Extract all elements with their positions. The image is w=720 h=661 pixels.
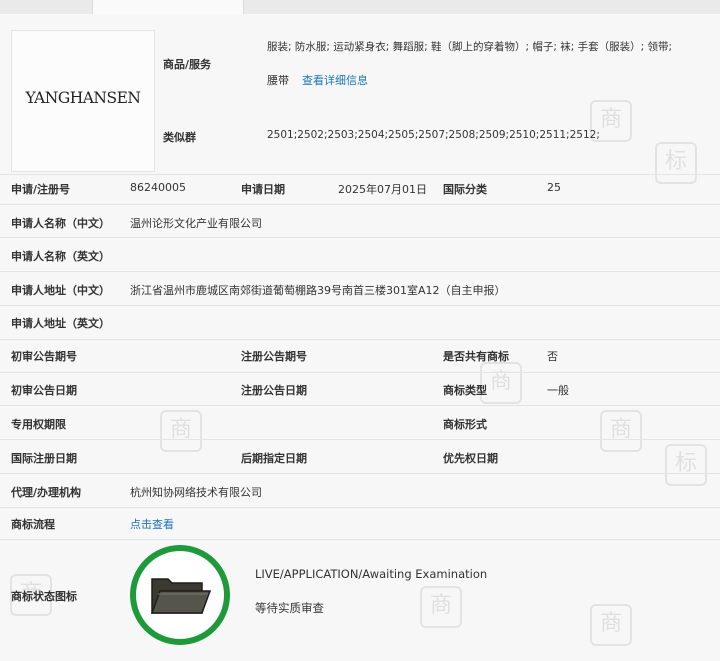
flow-link[interactable]: 点击查看 bbox=[130, 516, 174, 532]
status-cn: 等待实质审查 bbox=[255, 601, 324, 615]
shared-value: 否 bbox=[547, 350, 558, 363]
apply-date-value: 2025年07月01日 bbox=[338, 183, 427, 196]
intl-class-label: 国际分类 bbox=[443, 183, 487, 196]
reg-notice-date-label: 注册公告日期 bbox=[241, 384, 307, 397]
watermark-icon: 商 bbox=[590, 604, 632, 646]
divider bbox=[0, 405, 720, 406]
logo-text: YANGHANSEN bbox=[25, 89, 141, 107]
divider bbox=[0, 204, 720, 205]
status-icon-label: 商标状态图标 bbox=[11, 590, 77, 603]
intl-class-value: 25 bbox=[547, 181, 561, 194]
watermark-icon: 商 bbox=[420, 586, 462, 628]
address-cn-value: 浙江省温州市鹿城区南郊街道葡萄棚路39号南首三楼301室A12（自主申报） bbox=[130, 284, 506, 297]
tab-bar bbox=[0, 0, 720, 15]
prelim-no-label: 初审公告期号 bbox=[11, 350, 77, 363]
prelim-date-label: 初审公告日期 bbox=[11, 384, 77, 397]
goods-line1: 服装; 防水服; 运动紧身衣; 舞蹈服; 鞋（脚上的穿着物）; 帽子; 袜; 手… bbox=[267, 41, 673, 53]
divider bbox=[0, 339, 720, 340]
tab-active[interactable] bbox=[92, 0, 244, 14]
watermark-icon: 商 bbox=[600, 410, 642, 452]
reg-no-value: 86240005 bbox=[130, 181, 186, 194]
divider bbox=[0, 372, 720, 373]
agent-label: 代理/办理机构 bbox=[11, 486, 82, 499]
similar-groups-value: 2501;2502;2503;2504;2505;2507;2508;2509;… bbox=[267, 129, 600, 141]
status-ring bbox=[130, 545, 230, 645]
divider bbox=[0, 539, 720, 540]
trademark-logo-image: YANGHANSEN bbox=[11, 30, 155, 172]
address-cn-label: 申请人地址（中文） bbox=[11, 284, 110, 297]
shared-label: 是否共有商标 bbox=[443, 350, 509, 363]
flow-label: 商标流程 bbox=[11, 518, 55, 531]
divider bbox=[0, 305, 720, 306]
divider bbox=[0, 507, 720, 508]
watermark-icon: 标 bbox=[665, 444, 707, 486]
intl-reg-date-label: 国际注册日期 bbox=[11, 452, 77, 465]
watermark-icon: 标 bbox=[655, 142, 697, 184]
apply-date-label: 申请日期 bbox=[241, 183, 285, 196]
address-en-label: 申请人地址（英文） bbox=[11, 317, 110, 330]
goods-label: 商品/服务 bbox=[163, 58, 212, 71]
applicant-cn-value: 温州论形文化产业有限公司 bbox=[130, 217, 262, 230]
tm-form-label: 商标形式 bbox=[443, 418, 487, 431]
divider bbox=[0, 271, 720, 272]
priority-date-label: 优先权日期 bbox=[443, 452, 498, 465]
agent-value: 杭州知协网络技术有限公司 bbox=[130, 486, 262, 499]
reg-notice-no-label: 注册公告期号 bbox=[241, 350, 307, 363]
divider bbox=[0, 174, 720, 175]
divider bbox=[0, 439, 720, 440]
goods-detail-link[interactable]: 查看详细信息 bbox=[302, 72, 368, 88]
applicant-en-label: 申请人名称（英文） bbox=[11, 250, 110, 263]
folder-icon bbox=[150, 578, 212, 614]
applicant-cn-label: 申请人名称（中文） bbox=[11, 217, 110, 230]
status-en: LIVE/APPLICATION/Awaiting Examination bbox=[255, 567, 488, 581]
tm-type-value: 一般 bbox=[547, 384, 569, 397]
exclusive-label: 专用权期限 bbox=[11, 418, 66, 431]
divider bbox=[0, 473, 720, 474]
later-date-label: 后期指定日期 bbox=[241, 452, 307, 465]
watermark-icon: 商 bbox=[160, 410, 202, 452]
goods-line2: 腰带 bbox=[267, 74, 289, 87]
tm-type-label: 商标类型 bbox=[443, 384, 487, 397]
divider bbox=[0, 237, 720, 238]
reg-no-label: 申请/注册号 bbox=[11, 183, 71, 196]
similar-groups-label: 类似群 bbox=[163, 131, 196, 144]
